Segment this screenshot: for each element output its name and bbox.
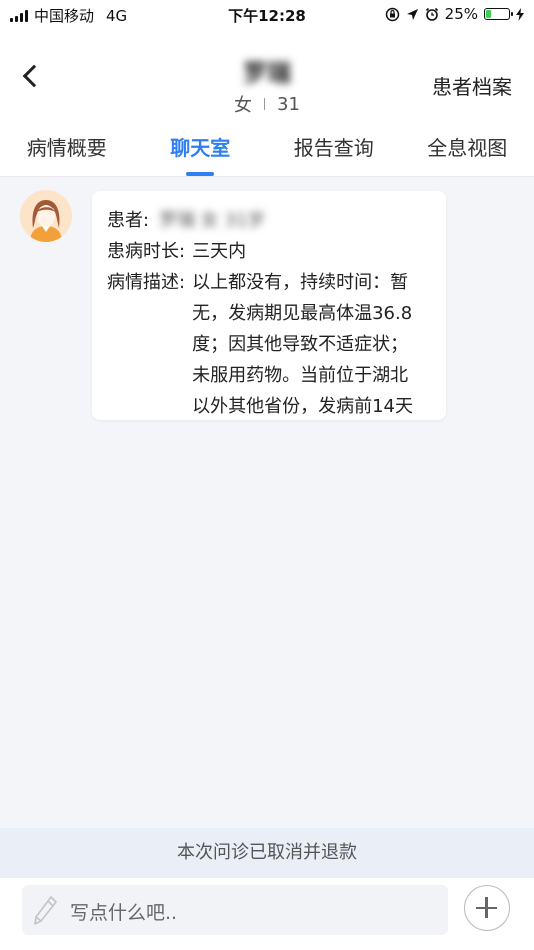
- header: 罗瑞 女 31 患者档案: [0, 28, 534, 126]
- battery-icon: [484, 8, 513, 20]
- duration-field-value: 三天内: [192, 241, 247, 262]
- add-attachment-button[interactable]: [464, 885, 510, 931]
- tab-chat[interactable]: 聊天室: [134, 126, 268, 176]
- patient-archive-button[interactable]: 患者档案: [432, 71, 512, 100]
- description-field-value: 以上都没有，持续时间：暂无，发病期见最高体温36.8度；因其他导致不适症状；未服…: [192, 272, 413, 417]
- status-bar: 中国移动 4G 下午12:28 25%: [0, 0, 534, 28]
- status-right: 25%: [385, 5, 524, 23]
- input-bar: 写点什么吧..: [0, 878, 534, 950]
- message-description-row: 病情描述: 以上都没有，持续时间：暂无，发病期见最高体温36.8度；因其他导致不…: [107, 267, 424, 422]
- consultation-cancelled-notice: 本次问诊已取消并退款: [0, 828, 534, 878]
- tab-bar: 病情概要 聊天室 报告查询 全息视图: [0, 126, 534, 177]
- message-patient-row: 患者: 罗瑞 女 31岁: [107, 205, 265, 236]
- description-field-label: 病情描述:: [107, 272, 186, 293]
- orientation-lock-icon: [385, 7, 399, 21]
- message-input-placeholder: 写点什么吧..: [70, 902, 178, 924]
- tab-holographic-view[interactable]: 全息视图: [401, 126, 534, 176]
- tab-reports[interactable]: 报告查询: [267, 126, 401, 176]
- patient-avatar: [20, 190, 72, 242]
- patient-field-label: 患者:: [107, 210, 150, 231]
- battery-percent: 25%: [444, 5, 478, 23]
- location-icon: [406, 8, 418, 20]
- meta-divider: [264, 98, 266, 110]
- pencil-icon: [34, 896, 57, 925]
- patient-field-value: 罗瑞 女 31岁: [159, 210, 266, 231]
- charging-icon: [516, 7, 524, 21]
- patient-age: 31: [277, 93, 300, 115]
- chat-message-bubble: 患者: 罗瑞 女 31岁 患病时长: 三天内 病情描述: 以上都没有，持续时间：…: [92, 191, 446, 420]
- message-duration-row: 患病时长: 三天内: [107, 236, 246, 267]
- message-input[interactable]: 写点什么吧..: [22, 885, 448, 935]
- alarm-icon: [425, 7, 438, 21]
- tab-summary[interactable]: 病情概要: [0, 126, 134, 176]
- duration-field-label: 患病时长:: [107, 241, 186, 262]
- patient-gender: 女: [234, 95, 253, 116]
